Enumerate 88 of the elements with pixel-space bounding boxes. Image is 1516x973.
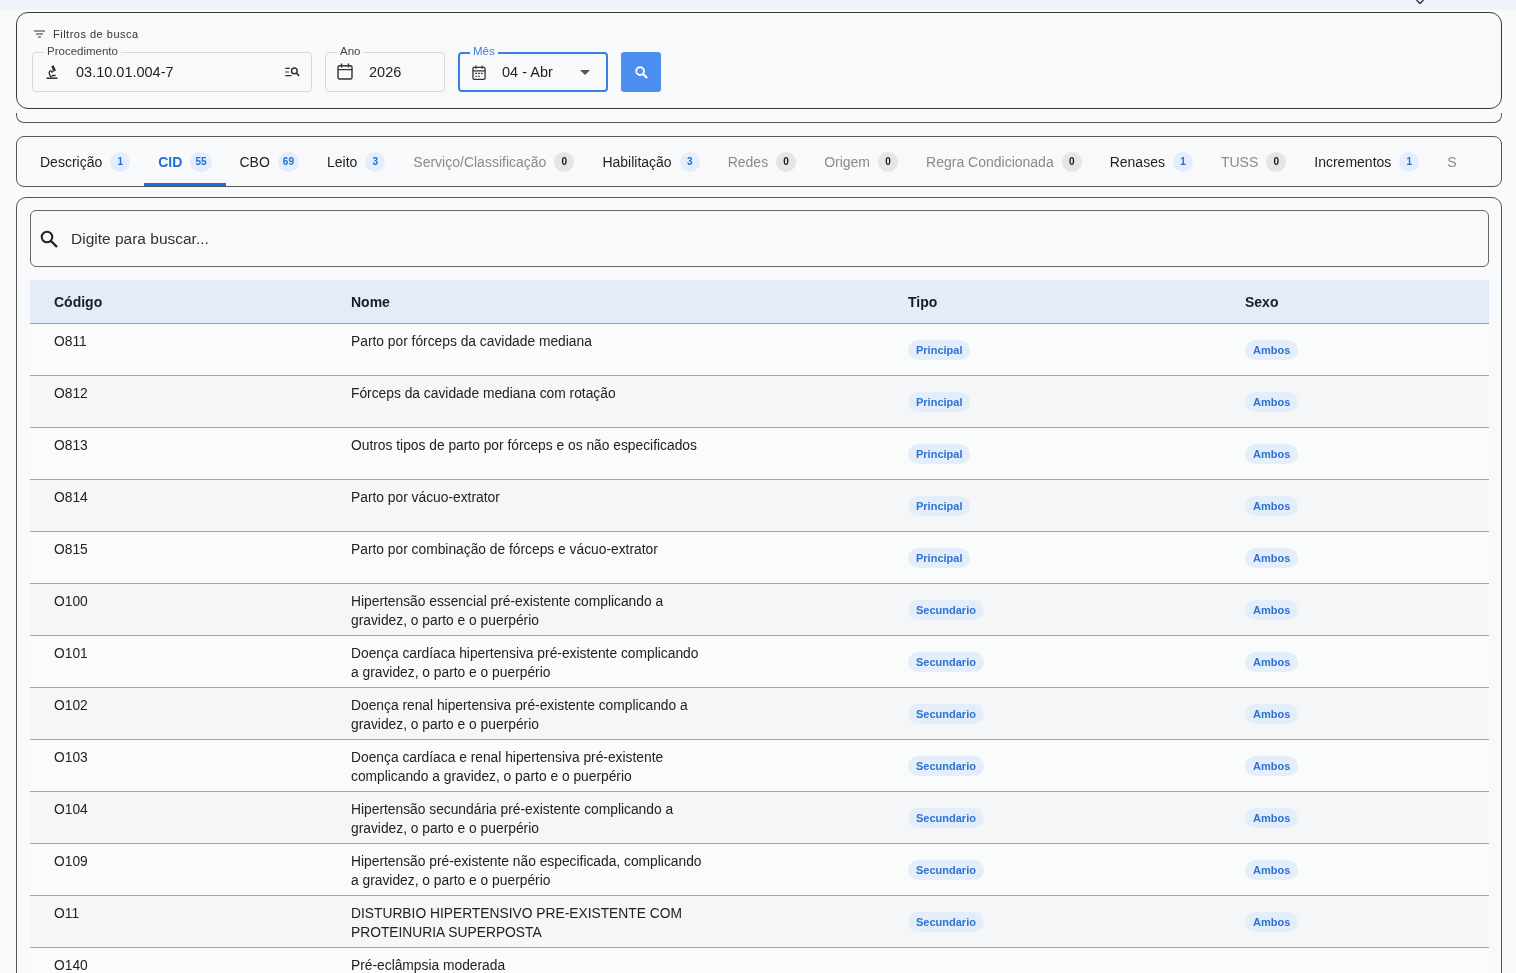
- tab[interactable]: CBO 69: [225, 137, 313, 186]
- filter-title: Filtros de busca: [53, 28, 139, 40]
- count-badge: 1: [1399, 151, 1420, 172]
- sex-tag: Ambos: [1245, 339, 1299, 360]
- tab[interactable]: CID 55: [144, 137, 226, 186]
- sex-tag: Ambos: [1245, 651, 1299, 672]
- sex-tag: Ambos: [1245, 807, 1299, 828]
- table-cell-text: Doença cardíaca hipertensiva pré-existente complicando a gravidez, o parto e o puerpério: [351, 645, 700, 682]
- filter-icon: [34, 30, 45, 38]
- type-tag: Secundario: [908, 651, 984, 672]
- sex-tag: Ambos: [1245, 703, 1299, 724]
- tab[interactable]: Leito 3: [312, 137, 400, 186]
- calendar-icon: [337, 63, 353, 80]
- tab[interactable]: Descrição 1: [26, 137, 145, 186]
- type-tag: Principal: [908, 339, 971, 360]
- chevron-down-icon: [1416, 0, 1424, 4]
- table-cell-text: Parto por vácuo-extrator: [351, 489, 500, 507]
- count-badge: 0: [554, 151, 575, 172]
- type-tag: Secundario: [908, 755, 984, 776]
- microscope-icon: [46, 65, 58, 79]
- search-button[interactable]: [621, 52, 661, 92]
- table-cell-text: O140: [54, 957, 88, 973]
- tab[interactable]: Habilitação 3: [588, 137, 714, 186]
- sex-tag: Ambos: [1245, 547, 1299, 568]
- count-badge: 55: [190, 151, 212, 172]
- table-cell-text: Outros tipos de parto por fórceps e os não especificados: [351, 437, 697, 455]
- type-tag: Secundario: [908, 599, 984, 620]
- table-cell-text: O815: [54, 541, 88, 559]
- list-search-icon[interactable]: [285, 67, 300, 77]
- calendar-icon: [472, 64, 486, 80]
- field-label: Mês: [470, 44, 498, 58]
- sex-tag: Ambos: [1245, 443, 1299, 464]
- table-cell-text: Doença renal hipertensiva pré-existente complicando a gravidez, o parto e o puerpério: [351, 697, 689, 734]
- count-badge: 1: [1172, 151, 1193, 172]
- column-header: Nome: [351, 293, 390, 310]
- table-cell-text: O100: [54, 593, 88, 611]
- sex-tag: Ambos: [1245, 755, 1299, 776]
- count-badge: 3: [679, 151, 700, 172]
- table-cell-text: O109: [54, 853, 88, 871]
- column-header: Código: [54, 293, 103, 310]
- table-cell-text: Pré-eclâmpsia moderada: [351, 957, 506, 973]
- count-badge: 0: [776, 151, 797, 172]
- count-badge: 0: [878, 151, 899, 172]
- table-cell-text: Parto por combinação de fórceps e vácuo-extrator: [351, 541, 658, 559]
- column-header: Sexo: [1245, 293, 1279, 310]
- sex-tag: Ambos: [1245, 599, 1299, 620]
- table-cell-text: DISTURBIO HIPERTENSIVO PRE-EXISTENTE COM PROTEINURIA SUPERPOSTA: [351, 905, 683, 942]
- count-badge: 69: [277, 151, 299, 172]
- table-cell-text: O103: [54, 749, 88, 767]
- search-icon: [634, 65, 648, 79]
- table-cell-text: Hipertensão essencial pré-existente complicando a gravidez, o parto e o puerpério: [351, 593, 665, 630]
- column-header: Tipo: [908, 293, 938, 310]
- type-tag: Secundario: [908, 807, 984, 828]
- type-tag: Secundario: [908, 911, 984, 932]
- count-badge: 0: [1061, 151, 1082, 172]
- type-tag: Principal: [908, 391, 971, 412]
- table-cell-text: Hipertensão secundária pré-existente complicando a gravidez, o parto e o puerpério: [351, 801, 675, 838]
- type-tag: Principal: [908, 547, 971, 568]
- table-cell-text: Hipertensão pré-existente não especificada, complicando a gravidez, o parto e o puerpério: [351, 853, 703, 890]
- table-cell-text: O812: [54, 385, 88, 403]
- field-label: Procedimento: [44, 44, 121, 58]
- sex-tag: Ambos: [1245, 391, 1299, 412]
- table-cell-text: Doença cardíaca e renal hipertensiva pré-existente complicando a gravidez, o parto e o puerpério: [351, 749, 665, 786]
- sex-tag: Ambos: [1245, 859, 1299, 880]
- table-cell-text: O101: [54, 645, 88, 663]
- sex-tag: Ambos: [1245, 495, 1299, 516]
- tab[interactable]: Renases 1: [1095, 137, 1207, 186]
- field-label: Ano: [337, 44, 364, 58]
- type-tag: Secundario: [908, 703, 984, 724]
- type-tag: Principal: [908, 443, 971, 464]
- caret-down-icon: [580, 69, 590, 75]
- sex-tag: Ambos: [1245, 911, 1299, 932]
- table-cell-text: O102: [54, 697, 88, 715]
- table-cell-text: O11: [54, 905, 80, 923]
- type-tag: Secundario: [908, 859, 984, 880]
- table-cell-text: O104: [54, 801, 88, 819]
- search-icon: [40, 230, 58, 248]
- table-cell-text: Fórceps da cavidade mediana com rotação: [351, 385, 616, 403]
- count-badge: 0: [1266, 151, 1287, 172]
- table-cell-text: Parto por fórceps da cavidade mediana: [351, 333, 592, 351]
- table-cell-text: O811: [54, 333, 87, 351]
- tab[interactable]: Incrementos 1: [1300, 137, 1434, 186]
- table-cell-text: O813: [54, 437, 88, 455]
- count-badge: 3: [365, 151, 386, 172]
- type-tag: Principal: [908, 495, 971, 516]
- search-field[interactable]: Digite para buscar...: [30, 210, 1489, 267]
- table-cell-text: O814: [54, 489, 88, 507]
- count-badge: 1: [110, 151, 131, 172]
